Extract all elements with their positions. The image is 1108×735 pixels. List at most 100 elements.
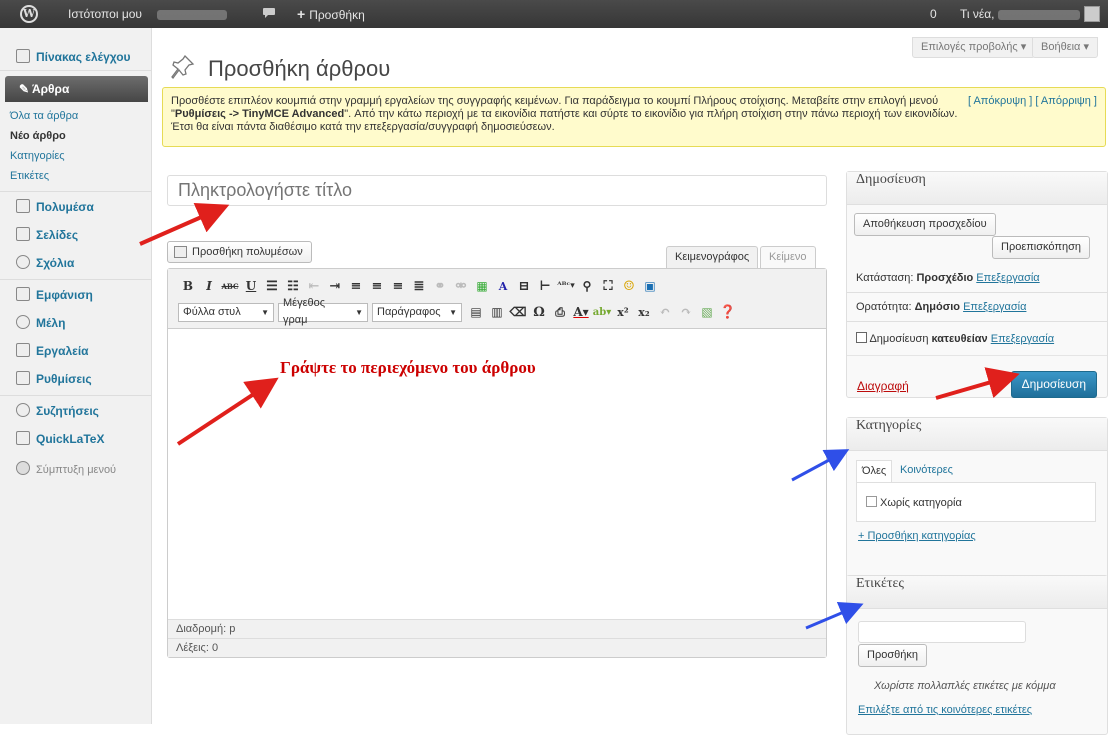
greeting-label: Τι νέα, <box>960 7 995 21</box>
sidebar-item-dashboard[interactable]: Πίνακας ελέγχου <box>0 45 152 69</box>
collapse-menu-button[interactable]: Σύμπτυξη μενού <box>0 458 152 482</box>
sidebar-item-pages[interactable]: Σελίδες <box>0 223 152 247</box>
bullet-list-icon[interactable]: ☰ <box>262 276 282 296</box>
sidebar-item-label: Σελίδες <box>36 228 79 242</box>
italic-icon[interactable]: I <box>199 276 219 296</box>
checkbox[interactable] <box>866 496 877 507</box>
indent-icon[interactable]: ⇥ <box>325 276 345 296</box>
redo-icon[interactable]: ↷ <box>676 302 696 322</box>
options-icon[interactable]: ▧ <box>697 302 717 322</box>
save-draft-button[interactable]: Αποθήκευση προσχεδίου <box>854 213 996 236</box>
submenu-new-post[interactable]: Νέο άρθρο <box>10 130 66 142</box>
sidebar-item-tools[interactable]: Εργαλεία <box>0 339 152 363</box>
add-new-label: Προσθήκη <box>309 8 365 22</box>
abc-check-icon[interactable]: ᴬᴮᶜ▾ <box>556 276 576 296</box>
numbered-list-icon[interactable]: ☷ <box>283 276 303 296</box>
emoticon-icon[interactable]: ☺ <box>619 276 639 296</box>
help-button[interactable]: Βοήθεια ▾ <box>1032 37 1098 58</box>
add-media-button[interactable]: Προσθήκη πολυμέσων <box>167 241 312 263</box>
more-tag-icon[interactable]: ⊟ <box>514 276 534 296</box>
menu-separator <box>0 70 152 71</box>
edit-status-link[interactable]: Επεξεργασία <box>976 272 1039 284</box>
avatar[interactable] <box>1084 6 1100 22</box>
my-sites-link[interactable]: Ιστότοποι μου <box>68 0 142 28</box>
tab-visual[interactable]: Κειμενογράφος <box>666 246 759 268</box>
sidebar-item-settings[interactable]: Ρυθμίσεις <box>0 367 152 391</box>
align-justify-icon[interactable]: ≣ <box>409 276 429 296</box>
sidebar-item-comments[interactable]: Σχόλια <box>0 251 152 275</box>
bold-icon[interactable]: B <box>178 276 198 296</box>
find-icon[interactable]: ⚲ <box>577 276 597 296</box>
delete-link[interactable]: Διαγραφή <box>857 379 909 393</box>
choose-tags-link[interactable]: Επιλέξτε από τις κοινότερες ετικέτες <box>858 704 1032 716</box>
publish-button[interactable]: Δημοσίευση <box>1010 371 1097 398</box>
text-color-icon[interactable]: A▾ <box>571 302 591 322</box>
visibility-label: Ορατότητα: <box>856 301 912 313</box>
preview-button[interactable]: Προεπισκόπηση <box>992 236 1090 259</box>
styles-select[interactable]: Φύλλα στυλ ▼ <box>178 302 274 322</box>
remove-format-icon[interactable]: ⌫ <box>508 302 528 322</box>
add-new-link[interactable]: + Προσθήκη <box>297 0 365 28</box>
account-greeting[interactable]: Τι νέα, <box>960 0 1080 28</box>
post-title-input[interactable] <box>167 175 827 206</box>
sidebar-item-users[interactable]: Μέλη <box>0 311 152 335</box>
tab-popular-categories[interactable]: Κοινότερες <box>895 460 958 482</box>
editor-content-area[interactable]: Γράψτε το περιεχόμενο του άρθρου <box>168 330 826 620</box>
align-center-icon[interactable]: ≡ <box>367 276 387 296</box>
format-select[interactable]: Παράγραφος ▼ <box>372 302 462 322</box>
align-right-icon[interactable]: ≡ <box>388 276 408 296</box>
tags-help-text: Χωρίστε πολλαπλές ετικέτες με κόμμα <box>874 680 1056 692</box>
superscript-icon[interactable]: x² <box>613 302 633 322</box>
dismiss-notice-link[interactable]: [ Απόρριψη ] <box>1035 95 1097 107</box>
tab-all-categories[interactable]: Όλες <box>856 460 893 482</box>
spellcheck-icon[interactable]: A <box>493 276 513 296</box>
sidebar-item-posts[interactable]: ✎ Άρθρα <box>5 76 148 102</box>
edit-schedule-link[interactable]: Επεξεργασία <box>991 333 1054 345</box>
admin-bar: W Ιστότοποι μου + Προσθήκη 0 Τι νέα, <box>0 0 1108 28</box>
strikethrough-icon[interactable]: ABC <box>220 276 240 296</box>
category-label: Χωρίς κατηγορία <box>880 497 962 509</box>
editor-path: Διαδρομή: p <box>168 619 826 638</box>
insert-image-icon[interactable]: ▦ <box>472 276 492 296</box>
collapse-icon <box>16 461 30 475</box>
submenu-tags[interactable]: Ετικέτες <box>10 170 49 182</box>
fullscreen-icon[interactable]: ⛶ <box>598 276 618 296</box>
screen-options-button[interactable]: Επιλογές προβολής ▾ <box>912 37 1036 58</box>
sidebar-item-discussions[interactable]: Συζητήσεις <box>0 399 152 423</box>
sidebar-item-label: Εργαλεία <box>36 344 89 358</box>
underline-icon[interactable]: U <box>241 276 261 296</box>
edit-visibility-link[interactable]: Επεξεργασία <box>963 301 1026 313</box>
unlink-icon[interactable]: ⚮ <box>451 276 471 296</box>
sidebar-item-quicklatex[interactable]: QuickLaTeX <box>0 427 152 451</box>
tab-text[interactable]: Κείμενο <box>760 246 816 268</box>
updates-count[interactable]: 0 <box>930 0 937 28</box>
print-icon[interactable]: ⎙ <box>550 302 570 322</box>
categories-box-title: Κατηγορίες <box>847 418 1107 451</box>
wordpress-logo-icon[interactable]: W <box>20 5 38 23</box>
font-size-select[interactable]: Μέγεθος γραμ ▼ <box>278 297 368 326</box>
comments-icon[interactable] <box>262 0 276 28</box>
category-item[interactable]: Χωρίς κατηγορία <box>866 496 962 509</box>
submenu-categories[interactable]: Κατηγορίες <box>10 150 65 162</box>
paste-text-icon[interactable]: ▤ <box>466 302 486 322</box>
hide-notice-link[interactable]: [ Απόκρυψη ] <box>968 95 1032 107</box>
align-left-icon[interactable]: ≡ <box>346 276 366 296</box>
page-break-icon[interactable]: ⊢ <box>535 276 555 296</box>
sidebar-item-appearance[interactable]: Εμφάνιση <box>0 283 152 307</box>
undo-icon[interactable]: ↶ <box>655 302 675 322</box>
outdent-icon[interactable]: ⇤ <box>304 276 324 296</box>
add-category-link[interactable]: + Προσθήκη κατηγορίας <box>858 530 976 542</box>
add-tag-button[interactable]: Προσθήκη <box>858 644 927 667</box>
site-name-link[interactable] <box>157 0 227 28</box>
video-icon[interactable]: ▣ <box>640 276 660 296</box>
sidebar-item-media[interactable]: Πολυμέσα <box>0 195 152 219</box>
quicklatex-icon <box>16 431 30 445</box>
special-chars-icon[interactable]: Ω <box>529 302 549 322</box>
tag-input[interactable] <box>858 621 1026 643</box>
highlight-icon[interactable]: ab▾ <box>592 302 612 322</box>
submenu-all-posts[interactable]: Όλα τα άρθρα <box>10 110 78 122</box>
paste-word-icon[interactable]: ▥ <box>487 302 507 322</box>
subscript-icon[interactable]: x₂ <box>634 302 654 322</box>
link-icon[interactable]: ⚭ <box>430 276 450 296</box>
help-icon[interactable]: ❓ <box>718 302 738 322</box>
